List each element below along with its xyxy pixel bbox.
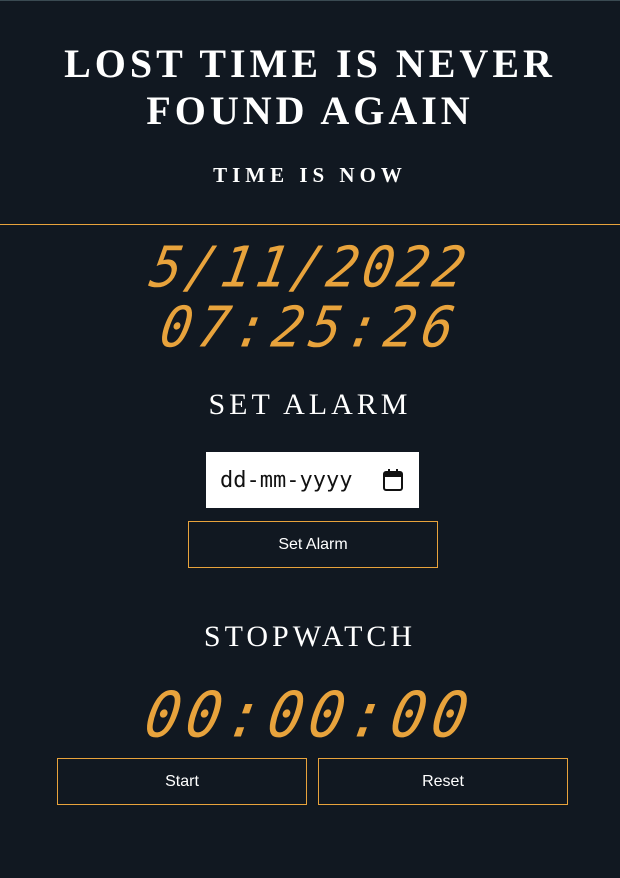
alarm-section-title: SET ALARM: [208, 388, 412, 421]
stopwatch-display: 00:00:00: [0, 678, 620, 752]
alarm-date-input[interactable]: dd-mm-yyyy: [206, 452, 419, 508]
page-subtitle: TIME IS NOW: [213, 163, 407, 187]
stopwatch-time-text: 00:00:00: [139, 678, 481, 752]
reset-button[interactable]: Reset: [318, 758, 568, 805]
page-title: LOST TIME IS NEVER FOUND AGAIN: [64, 41, 556, 133]
page-header: LOST TIME IS NEVER FOUND AGAIN TIME IS N…: [0, 0, 620, 225]
reset-button-label: Reset: [422, 772, 464, 790]
current-date-display: 5/11/2022: [0, 235, 620, 301]
alarm-date-placeholder: dd-mm-yyyy: [220, 467, 353, 493]
start-button-label: Start: [165, 772, 199, 790]
set-alarm-button[interactable]: Set Alarm: [188, 521, 438, 568]
current-time-text: 07:25:26: [155, 295, 465, 361]
stopwatch-section-title: STOPWATCH: [203, 620, 417, 653]
start-button[interactable]: Start: [57, 758, 307, 805]
set-alarm-button-label: Set Alarm: [278, 535, 348, 553]
current-date-text: 5/11/2022: [145, 235, 475, 301]
calendar-icon[interactable]: [382, 468, 404, 492]
current-time-display: 07:25:26: [0, 295, 620, 361]
